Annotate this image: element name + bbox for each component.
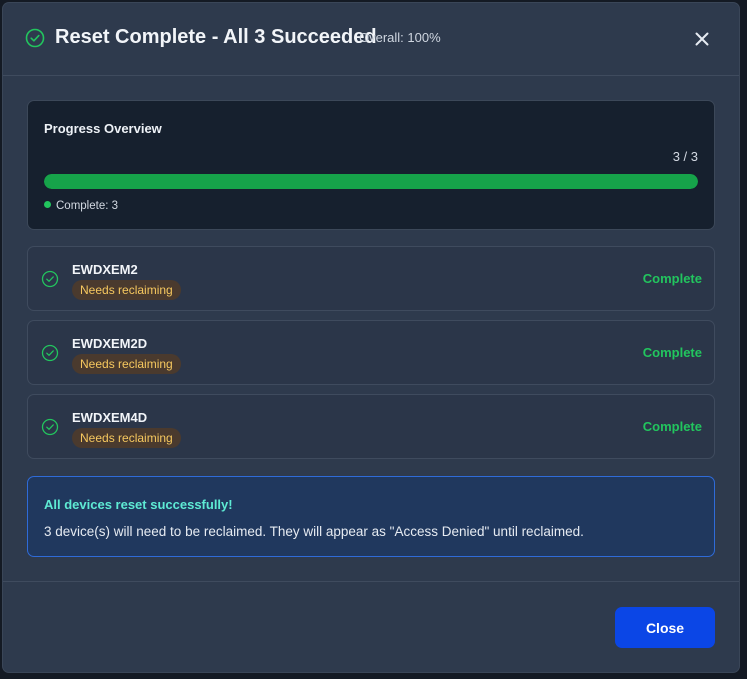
device-row: EWDXEM2 Needs reclaiming Complete <box>27 246 715 311</box>
device-row: EWDXEM4D Needs reclaiming Complete <box>27 394 715 459</box>
info-message: 3 device(s) will need to be reclaimed. T… <box>44 524 584 539</box>
complete-dot-icon <box>44 201 51 208</box>
footer-divider <box>3 581 739 582</box>
check-circle-icon <box>41 270 59 288</box>
device-row: EWDXEM2D Needs reclaiming Complete <box>27 320 715 385</box>
progress-legend-label: Complete: 3 <box>56 200 119 212</box>
success-info-box: All devices reset successfully! 3 device… <box>27 476 715 557</box>
needs-reclaiming-badge: Needs reclaiming <box>72 280 181 300</box>
check-circle-icon <box>41 344 59 362</box>
progress-title: Progress Overview <box>44 121 162 136</box>
device-name: EWDXEM2 <box>72 262 138 277</box>
dialog-title: Reset Complete - All 3 Succeeded <box>55 26 377 48</box>
reset-complete-dialog: Reset Complete - All 3 Succeeded Overall… <box>3 3 739 672</box>
progress-overview-card: Progress Overview 3 / 3 Complete: 3 <box>27 100 715 230</box>
progress-legend: Complete: 3 <box>44 200 118 212</box>
device-status: Complete <box>642 345 702 360</box>
overall-progress-text: Overall: 100% <box>359 30 441 45</box>
dialog-header: Reset Complete - All 3 Succeeded Overall… <box>3 3 739 76</box>
check-circle-icon <box>41 418 59 436</box>
info-title: All devices reset successfully! <box>44 497 233 512</box>
close-icon[interactable] <box>691 28 713 50</box>
device-name: EWDXEM4D <box>72 410 148 425</box>
device-status: Complete <box>642 419 702 434</box>
needs-reclaiming-badge: Needs reclaiming <box>72 428 181 448</box>
device-status: Complete <box>642 271 702 286</box>
check-circle-icon <box>25 28 45 48</box>
close-button[interactable]: Close <box>615 607 715 648</box>
device-name: EWDXEM2D <box>72 336 148 351</box>
progress-bar-fill <box>44 174 698 189</box>
progress-bar <box>44 174 698 189</box>
progress-count: 3 / 3 <box>672 149 698 164</box>
needs-reclaiming-badge: Needs reclaiming <box>72 354 181 374</box>
